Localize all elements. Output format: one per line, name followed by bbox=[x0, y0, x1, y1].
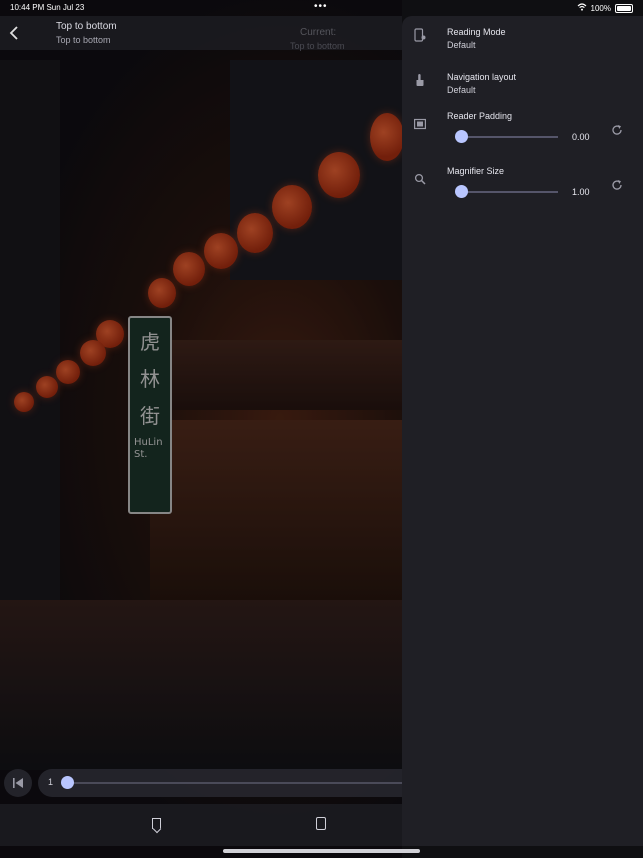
magnifier-icon bbox=[414, 173, 426, 185]
page-slider-track[interactable] bbox=[66, 782, 402, 784]
reader-bottom-bar bbox=[0, 804, 402, 846]
page-image[interactable]: 虎 林 街 HuLin St. bbox=[0, 0, 402, 858]
back-button[interactable] bbox=[6, 24, 24, 42]
reader-padding-slider-thumb[interactable] bbox=[455, 130, 468, 143]
reader-padding-slider[interactable] bbox=[458, 136, 558, 138]
navigation-layout-value: Default bbox=[447, 85, 476, 95]
magnifier-size-title: Magnifier Size bbox=[447, 166, 505, 176]
bookmark-icon[interactable] bbox=[152, 818, 161, 829]
magnifier-size-slider[interactable] bbox=[458, 191, 558, 193]
home-indicator[interactable] bbox=[223, 849, 420, 853]
dim-overlay bbox=[0, 0, 402, 858]
refresh-icon bbox=[612, 125, 622, 135]
reader-settings-icon[interactable] bbox=[316, 817, 326, 830]
reader-padding-row: Reader Padding 0.00 bbox=[402, 108, 643, 154]
status-right: 100% bbox=[577, 3, 633, 13]
phone-settings-icon bbox=[414, 28, 426, 42]
battery-icon bbox=[615, 3, 633, 13]
magnifier-size-reset-button[interactable] bbox=[611, 179, 623, 194]
chevron-left-icon bbox=[9, 26, 18, 40]
chapter-title: Top to bottom bbox=[56, 21, 117, 32]
reading-mode-value: Default bbox=[447, 40, 476, 50]
magnifier-size-row: Magnifier Size 1.00 bbox=[402, 163, 643, 209]
reader-padding-title: Reader Padding bbox=[447, 111, 513, 121]
reader-padding-value: 0.00 bbox=[572, 132, 590, 142]
skip-previous-button[interactable] bbox=[4, 769, 32, 797]
battery-percent: 100% bbox=[590, 3, 611, 13]
navigation-layout-title: Navigation layout bbox=[447, 72, 517, 82]
page-number: 1 bbox=[48, 777, 54, 787]
status-bar: 10:44 PM Sun Jul 23 ••• 100% bbox=[0, 0, 643, 16]
magnifier-size-slider-thumb[interactable] bbox=[455, 185, 468, 198]
reader-settings-panel: Reading Mode Default Navigation layout D… bbox=[402, 16, 643, 846]
wifi-icon bbox=[577, 3, 587, 13]
status-time: 10:44 PM Sun Jul 23 bbox=[10, 3, 85, 12]
multitask-dots[interactable]: ••• bbox=[314, 1, 328, 12]
chapter-subtitle: Top to bottom bbox=[56, 35, 111, 45]
magnifier-size-value: 1.00 bbox=[572, 187, 590, 197]
reading-mode-row[interactable]: Reading Mode Default bbox=[402, 24, 643, 60]
navigation-layout-row[interactable]: Navigation layout Default bbox=[402, 69, 643, 105]
page-slider-thumb[interactable] bbox=[61, 776, 74, 789]
reading-mode-title: Reading Mode bbox=[447, 27, 506, 37]
reader-padding-reset-button[interactable] bbox=[611, 124, 623, 139]
current-label: Current: bbox=[300, 27, 337, 38]
current-value: Top to bottom bbox=[290, 41, 345, 51]
reader-top-bar: Top to bottom Top to bottom Current: Top… bbox=[0, 16, 402, 51]
skip-previous-icon bbox=[13, 778, 23, 788]
padding-icon bbox=[414, 118, 427, 130]
touch-icon bbox=[414, 73, 426, 86]
page-slider-bar: 1 bbox=[0, 766, 418, 800]
refresh-icon bbox=[612, 180, 622, 190]
